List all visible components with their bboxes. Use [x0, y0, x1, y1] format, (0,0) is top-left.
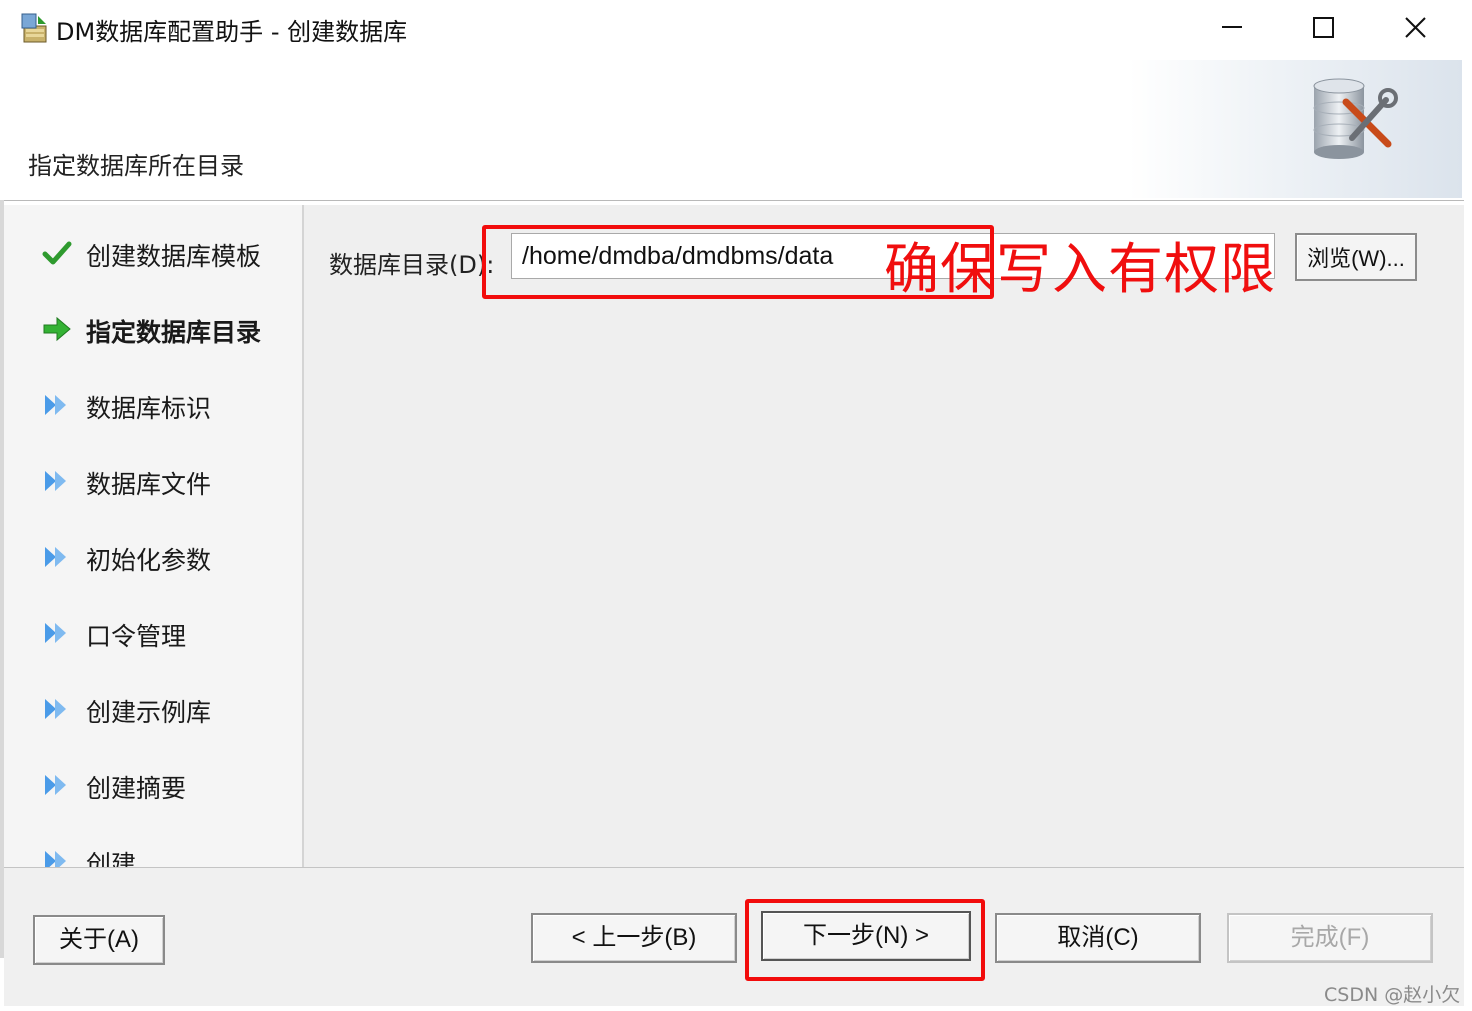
content-panel: 数据库目录(D): 浏览(W)... — [305, 205, 1464, 867]
title-bar: DM数据库配置助手 - 创建数据库 — [0, 0, 1472, 58]
watermark: CSDN @赵小欠 — [1324, 984, 1461, 1006]
database-directory-label: 数据库目录(D): — [329, 251, 495, 279]
step-init-params: 初始化参数 — [42, 537, 302, 577]
step-specify-directory: 指定数据库目录 — [42, 309, 302, 349]
double-chevron-icon — [45, 851, 66, 867]
step-label: 创建示例库 — [86, 698, 212, 727]
annotation-highlight-next — [745, 899, 985, 981]
step-label: 数据库标识 — [86, 394, 212, 423]
step-create: 创建 — [42, 841, 302, 867]
annotation-text: 确保写入有权限 — [884, 237, 1277, 301]
step-label: 指定数据库目录 — [86, 318, 262, 347]
double-chevron-icon — [45, 699, 66, 719]
double-chevron-icon — [45, 395, 66, 415]
close-icon[interactable] — [1385, 8, 1445, 48]
page-title: 指定数据库所在目录 — [28, 152, 244, 180]
browse-button[interactable]: 浏览(W)... — [1295, 233, 1417, 281]
wizard-header: 指定数据库所在目录 — [0, 58, 1472, 200]
step-password-mgmt: 口令管理 — [42, 613, 302, 653]
step-label: 创建 — [86, 850, 137, 867]
check-icon — [42, 241, 72, 265]
step-summary: 创建摘要 — [42, 765, 302, 805]
step-label: 口令管理 — [86, 622, 187, 651]
header-divider-highlight — [4, 201, 1464, 202]
previous-button[interactable]: < 上一步(B) — [531, 913, 737, 963]
step-label: 创建摘要 — [86, 774, 187, 803]
double-chevron-icon — [45, 623, 66, 643]
step-label: 数据库文件 — [86, 470, 212, 499]
header-banner-art — [1128, 60, 1462, 198]
sidebar-divider — [302, 205, 304, 867]
window-bottom-edge — [0, 1006, 1472, 1011]
steps-sidebar: 创建数据库模板 指定数据库目录 数据库标识 数据库文件 初始化参数 口令管理 创… — [4, 205, 302, 867]
double-chevron-icon — [45, 547, 66, 567]
step-create-template: 创建数据库模板 — [42, 233, 302, 273]
double-chevron-icon — [45, 471, 66, 491]
step-database-files: 数据库文件 — [42, 461, 302, 501]
about-button[interactable]: 关于(A) — [33, 915, 165, 965]
cancel-button[interactable]: 取消(C) — [995, 913, 1201, 963]
arrow-right-icon — [43, 316, 71, 342]
minimize-icon[interactable] — [1202, 8, 1262, 48]
step-label: 初始化参数 — [86, 546, 212, 575]
database-wrench-icon — [1313, 78, 1398, 159]
step-database-id: 数据库标识 — [42, 385, 302, 425]
step-sample-db: 创建示例库 — [42, 689, 302, 729]
step-label: 创建数据库模板 — [86, 242, 262, 271]
window-title: DM数据库配置助手 - 创建数据库 — [56, 18, 408, 46]
maximize-icon[interactable] — [1293, 8, 1353, 48]
double-chevron-icon — [45, 775, 66, 795]
app-icon — [21, 13, 47, 43]
finish-button: 完成(F) — [1227, 913, 1433, 963]
